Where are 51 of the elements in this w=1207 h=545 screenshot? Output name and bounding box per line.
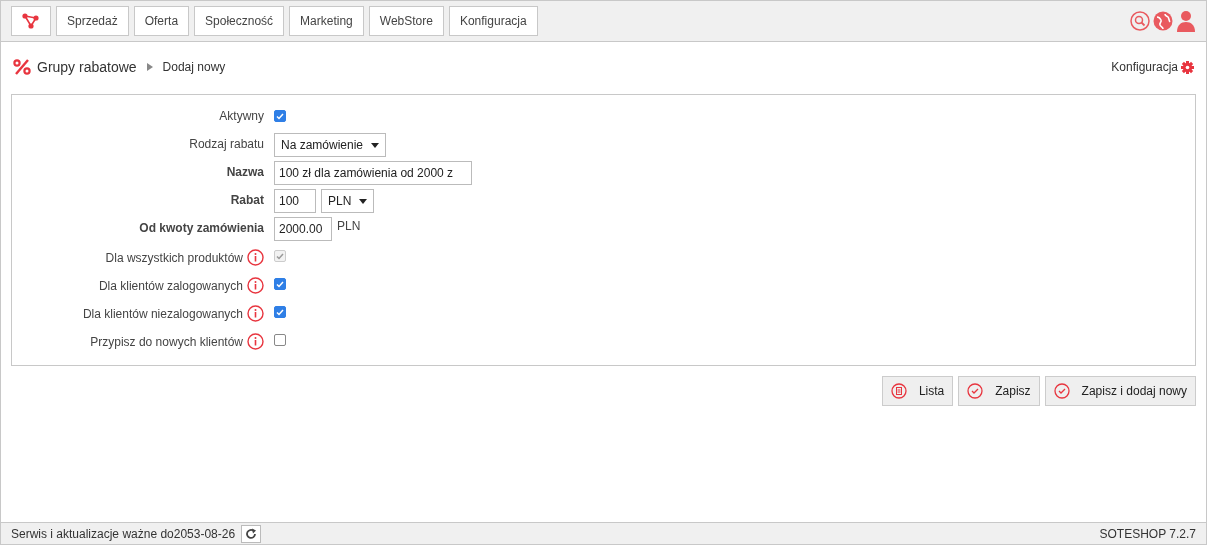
field-label: Od kwoty zamówienia	[139, 221, 264, 235]
nav-button[interactable]: Marketing	[289, 6, 364, 36]
nav-button[interactable]: Społeczność	[194, 6, 285, 36]
checkbox[interactable]	[274, 110, 286, 122]
percent-icon	[13, 59, 31, 75]
field-label: Dla wszystkich produktów	[105, 250, 243, 265]
search-icon[interactable]	[1130, 11, 1150, 31]
field-label: Nazwa	[226, 165, 264, 179]
field-label: Rabat	[230, 193, 264, 207]
info-icon[interactable]	[247, 333, 264, 350]
field-label: Przypisz do nowych klientów	[90, 334, 243, 349]
action-button[interactable]: Zapisz i dodaj nowy	[1044, 376, 1196, 406]
globe-icon[interactable]	[1153, 11, 1173, 31]
check-circle-icon	[1053, 383, 1070, 399]
caret-icon	[359, 198, 368, 204]
nav-button[interactable]: Sprzedaż	[56, 6, 129, 36]
breadcrumb-current: Dodaj nowy	[162, 60, 226, 74]
field-label: Dla klientów zalogowanych	[98, 278, 243, 293]
info-icon[interactable]	[247, 277, 264, 294]
document-icon	[890, 383, 907, 399]
field-label: Aktywny	[219, 109, 264, 123]
refresh-button[interactable]	[241, 524, 262, 543]
currency-label: PLN	[337, 218, 361, 233]
input-field[interactable]: 100 zł dla zamówienia od 2000 z	[274, 161, 472, 185]
action-button[interactable]: Lista	[881, 376, 954, 406]
input-field[interactable]: 100	[274, 189, 316, 213]
page-title: Grupy rabatowe	[37, 59, 137, 75]
refresh-icon	[245, 527, 258, 540]
checkbox[interactable]	[274, 306, 286, 318]
user-icon[interactable]	[1176, 10, 1196, 32]
status-text: Serwis i aktualizacje ważne do2053-08-26	[11, 526, 236, 541]
input-field[interactable]: 2000.00	[274, 217, 332, 241]
logo-icon	[22, 13, 40, 29]
field-label: Rodzaj rabatu	[189, 137, 264, 151]
field-label: Dla klientów niezalogowanych	[82, 306, 243, 321]
configuration-link[interactable]: Konfiguracja	[1111, 60, 1194, 74]
discount-type-select[interactable]: Na zamówienie	[274, 133, 387, 157]
nav-button[interactable]: Oferta	[133, 6, 190, 36]
checkbox[interactable]	[274, 334, 286, 346]
nav-button[interactable]: Konfiguracja	[448, 6, 538, 36]
breadcrumb-arrow-icon	[146, 63, 153, 71]
gear-icon	[1181, 60, 1194, 74]
version-text: SOTESHOP 7.2.7	[1099, 526, 1196, 541]
currency-select[interactable]: PLN	[321, 189, 375, 213]
nav-button[interactable]: WebStore	[368, 6, 444, 36]
check-circle-icon	[967, 383, 984, 399]
checkbox[interactable]	[274, 278, 286, 290]
caret-icon	[371, 142, 380, 148]
logo-button[interactable]	[11, 6, 51, 36]
info-icon[interactable]	[247, 305, 264, 322]
action-button[interactable]: Zapisz	[958, 376, 1040, 406]
